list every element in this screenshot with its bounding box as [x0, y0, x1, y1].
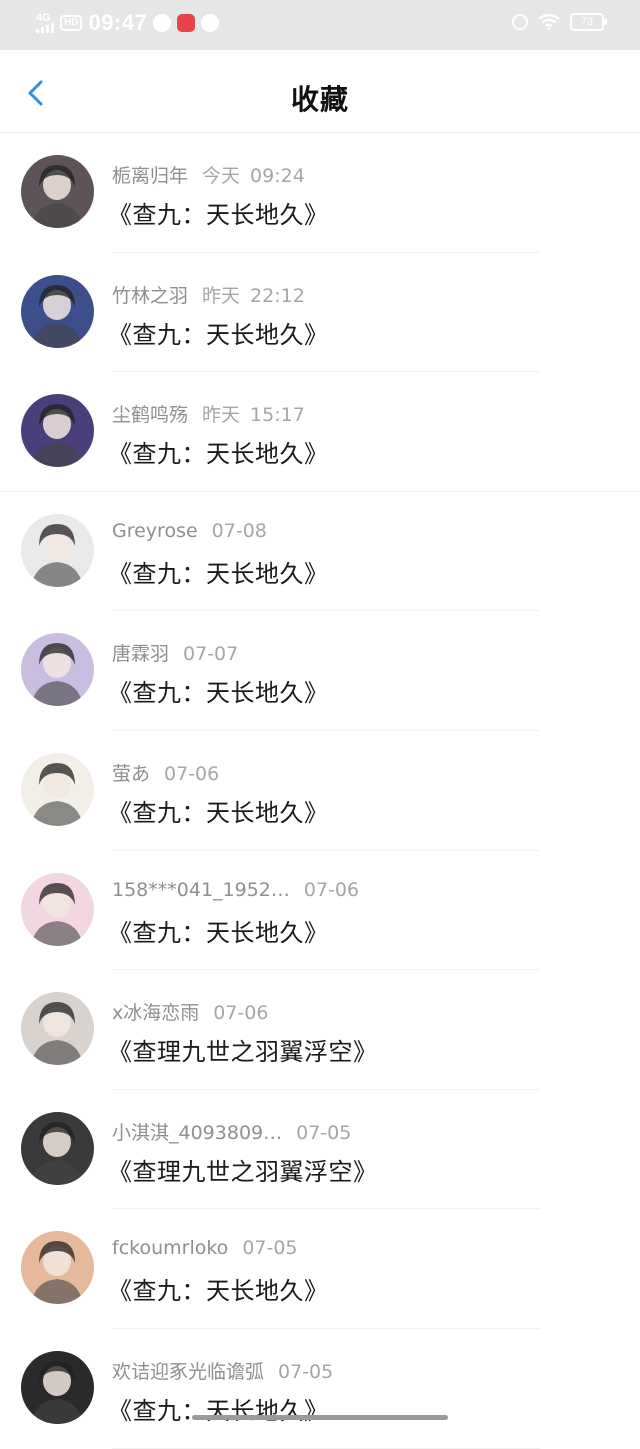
item-meta: 欢诘迎豖光临谵弧 07-05 — [112, 1357, 333, 1384]
post-title: 《查理九世之羽翼浮空》 — [108, 1038, 378, 1067]
status-left: 4G HD 09:47 — [36, 10, 220, 36]
post-title: 《查九：天长地久》 — [108, 320, 329, 349]
timestamp-time: 07-06 — [164, 762, 220, 785]
user-name: fckoumrloko — [112, 1237, 229, 1260]
list-item[interactable]: 栀离归年 今天 09:24 《查九：天长地久》 — [0, 133, 640, 253]
avatar[interactable] — [21, 274, 94, 348]
item-meta: 萤あ 07-06 — [112, 759, 219, 786]
timestamp-day: 昨天 — [202, 404, 241, 427]
hd-badge: HD — [60, 15, 83, 31]
timestamp: 今天 09:24 — [202, 165, 305, 187]
browser-notification-icon — [201, 14, 220, 32]
list-item[interactable]: 竹林之羽 昨天 22:12 《查九：天长地久》 — [0, 253, 640, 373]
timestamp-time: 07-06 — [303, 878, 360, 901]
post-title: 《查九：天长地久》 — [108, 1396, 329, 1425]
post-title: 《查九：天长地久》 — [108, 1277, 329, 1306]
user-name: Greyrose — [112, 519, 198, 542]
user-name: 欢诘迎豖光临谵弧 — [112, 1360, 265, 1383]
item-meta: 栀离归年 今天 09:24 — [112, 161, 305, 188]
timestamp: 07-05 — [278, 1361, 333, 1383]
user-name: 唐霖羽 — [112, 643, 170, 666]
wifi-icon — [538, 14, 560, 30]
avatar[interactable] — [21, 1231, 94, 1305]
list-item[interactable]: 小淇淇_4093809… 07-05 《查理九世之羽翼浮空》 — [0, 1090, 640, 1210]
avatar[interactable] — [21, 155, 94, 228]
item-meta: 158***041_1952… 07-06 — [112, 879, 359, 901]
timestamp-time: 07-06 — [213, 1002, 269, 1025]
timestamp-time: 07-07 — [183, 643, 239, 666]
timestamp: 07-06 — [164, 763, 219, 785]
item-meta: 唐霖羽 07-07 — [112, 639, 238, 666]
timestamp: 07-08 — [212, 520, 267, 542]
user-name: 栀离归年 — [112, 165, 189, 187]
signal-bars-icon — [36, 23, 54, 33]
timestamp: 07-06 — [213, 1002, 268, 1024]
timestamp-day: 今天 — [202, 165, 241, 187]
app-notification-icon — [153, 14, 172, 32]
status-bar: 4G HD 09:47 73 — [0, 0, 640, 50]
list-item[interactable]: fckoumrloko 07-05 《查九：天长地久》 — [0, 1209, 640, 1329]
app-badge-icon — [177, 14, 196, 32]
network-indicator: 4G — [36, 13, 54, 33]
list-item[interactable]: 唐霖羽 07-07 《查九：天长地久》 — [0, 611, 640, 731]
favorites-list: 栀离归年 今天 09:24 《查九：天长地久》 竹林之羽 昨天 22:12 《查九：天长… — [0, 133, 640, 1449]
post-title: 《查九：天长地久》 — [108, 679, 329, 708]
timestamp-day: 昨天 — [202, 284, 241, 307]
user-name: 158***041_1952… — [112, 878, 290, 901]
timestamp-time: 07-08 — [211, 519, 267, 542]
timestamp-time: 07-05 — [242, 1237, 298, 1260]
timestamp-time: 15:17 — [250, 404, 305, 427]
timestamp: 07-07 — [183, 643, 238, 665]
timestamp: 昨天 15:17 — [202, 404, 305, 426]
item-meta: fckoumrloko 07-05 — [112, 1237, 298, 1259]
timestamp: 昨天 22:12 — [202, 285, 305, 307]
post-title: 《查九：天长地久》 — [108, 798, 329, 827]
user-name: 尘鹤鸣殇 — [112, 404, 189, 427]
avatar[interactable] — [21, 992, 94, 1066]
list-item[interactable]: 萤あ 07-06 《查九：天长地久》 — [0, 731, 640, 851]
avatar[interactable] — [21, 872, 94, 946]
status-time: 09:47 — [88, 10, 148, 35]
timestamp-time: 22:12 — [250, 284, 305, 307]
nav-header: 收藏 — [0, 50, 640, 133]
post-title: 《查九：天长地久》 — [108, 440, 329, 469]
list-item[interactable]: 158***041_1952… 07-06 《查九：天长地久》 — [0, 851, 640, 971]
avatar[interactable] — [21, 752, 94, 826]
list-item[interactable]: Greyrose 07-08 《查九：天长地久》 — [0, 492, 640, 612]
timestamp: 07-05 — [296, 1122, 351, 1144]
timestamp-time: 07-05 — [296, 1121, 352, 1144]
timestamp: 07-06 — [304, 879, 359, 901]
post-title: 《查九：天长地久》 — [108, 201, 329, 229]
page-title: 收藏 — [290, 83, 349, 116]
post-title: 《查理九世之羽翼浮空》 — [108, 1157, 378, 1186]
item-meta: 竹林之羽 昨天 22:12 — [112, 281, 305, 308]
network-label: 4G — [36, 12, 51, 24]
avatar[interactable] — [21, 394, 94, 468]
alarm-icon — [512, 14, 528, 30]
list-item[interactable]: 欢诘迎豖光临谵弧 07-05 《查九：天长地久》 — [0, 1329, 640, 1449]
avatar[interactable] — [21, 633, 94, 707]
divider — [112, 1447, 540, 1449]
timestamp-time: 09:24 — [250, 165, 305, 187]
timestamp-time: 07-05 — [278, 1360, 334, 1383]
timestamp: 07-05 — [242, 1237, 297, 1259]
user-name: 竹林之羽 — [112, 284, 189, 307]
post-title: 《查九：天长地久》 — [108, 559, 329, 588]
avatar[interactable] — [21, 1350, 94, 1424]
item-meta: x冰海恋雨 07-06 — [112, 998, 268, 1025]
user-name: 小淇淇_4093809… — [112, 1121, 283, 1144]
user-name: x冰海恋雨 — [112, 1002, 200, 1025]
home-indicator[interactable] — [192, 1415, 448, 1420]
post-title: 《查九：天长地久》 — [108, 918, 329, 947]
item-meta: 尘鹤鸣殇 昨天 15:17 — [112, 400, 305, 427]
list-item[interactable]: x冰海恋雨 07-06 《查理九世之羽翼浮空》 — [0, 970, 640, 1090]
avatar[interactable] — [21, 1111, 94, 1185]
battery-icon: 73 — [570, 13, 607, 31]
status-right: 73 — [512, 13, 607, 31]
item-meta: Greyrose 07-08 — [112, 520, 267, 542]
list-item[interactable]: 尘鹤鸣殇 昨天 15:17 《查九：天长地久》 — [0, 372, 640, 492]
item-meta: 小淇淇_4093809… 07-05 — [112, 1118, 351, 1145]
avatar[interactable] — [21, 513, 94, 587]
user-name: 萤あ — [112, 762, 151, 785]
